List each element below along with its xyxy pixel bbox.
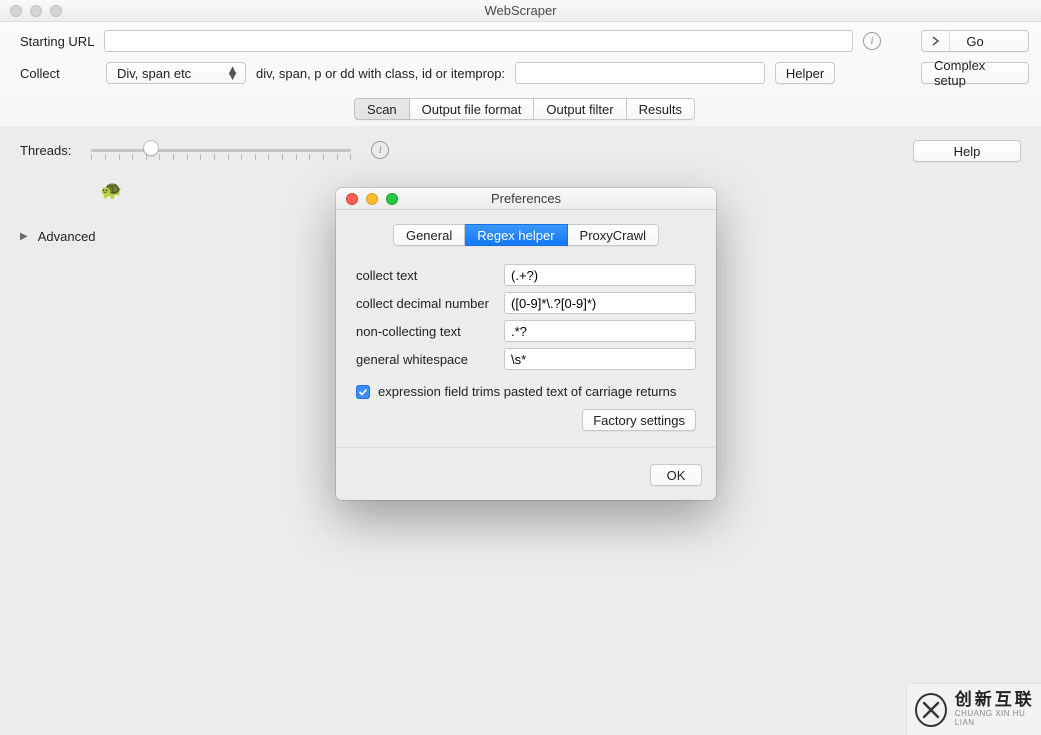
trim-checkbox-label: expression field trims pasted text of ca… [378,384,676,399]
whitespace-input[interactable] [504,348,696,370]
tab-results[interactable]: Results [627,98,695,120]
collect-select-value: Div, span etc [117,66,191,81]
collect-label: Collect [20,66,96,81]
badge-text-cn: 创新互联 [955,691,1041,710]
disclosure-triangle-icon[interactable]: ▶ [20,231,28,242]
ok-button[interactable]: OK [650,464,702,486]
prefs-tabs: General Regex helper ProxyCrawl [393,224,659,246]
main-titlebar: WebScraper [0,0,1041,22]
go-button-label: Go [966,34,983,49]
tab-scan[interactable]: Scan [354,98,410,120]
collect-text-input[interactable] [504,264,696,286]
main-toolbar: Starting URL i Go Collect Div, span etc … [0,22,1041,129]
collect-decimal-input[interactable] [504,292,696,314]
prefs-titlebar: Preferences [336,188,716,210]
tab-output-file-format[interactable]: Output file format [410,98,535,120]
starting-url-label: Starting URL [20,34,94,49]
collect-hint-label: div, span, p or dd with class, id or ite… [256,66,505,81]
threads-slider[interactable] [91,140,351,160]
helper-button[interactable]: Helper [775,62,835,84]
badge-text-en: CHUANG XIN HU LIAN [955,710,1041,728]
main-window-title: WebScraper [0,3,1041,18]
main-tabs: Scan Output file format Output filter Re… [354,98,695,120]
preferences-window: Preferences General Regex helper ProxyCr… [336,188,716,500]
advanced-label[interactable]: Advanced [38,229,96,244]
tab-regex-helper[interactable]: Regex helper [465,224,567,246]
non-collecting-input[interactable] [504,320,696,342]
corner-badge: 创新互联 CHUANG XIN HU LIAN [906,683,1041,735]
tab-output-filter[interactable]: Output filter [534,98,626,120]
go-button[interactable]: Go [921,30,1029,52]
starting-url-input[interactable] [104,30,853,52]
tab-general[interactable]: General [393,224,465,246]
trim-checkbox[interactable] [356,385,370,399]
prefs-title: Preferences [336,191,716,206]
collect-decimal-label: collect decimal number [356,296,504,311]
collect-filter-input[interactable] [515,62,765,84]
factory-settings-button[interactable]: Factory settings [582,409,696,431]
help-button[interactable]: Help [913,140,1021,162]
badge-logo-icon [915,693,947,727]
collect-select[interactable]: Div, span etc ▲▼ [106,62,246,84]
complex-setup-button[interactable]: Complex setup [921,62,1029,84]
prefs-body: collect text collect decimal number non-… [336,254,716,447]
threads-label: Threads: [20,143,71,158]
whitespace-label: general whitespace [356,352,504,367]
collect-text-label: collect text [356,268,504,283]
non-collecting-label: non-collecting text [356,324,504,339]
chevron-right-icon [922,31,950,51]
threads-info-icon[interactable]: i [371,141,389,159]
tab-proxycrawl[interactable]: ProxyCrawl [568,224,659,246]
info-icon[interactable]: i [863,32,881,50]
updown-arrows-icon: ▲▼ [226,67,239,79]
